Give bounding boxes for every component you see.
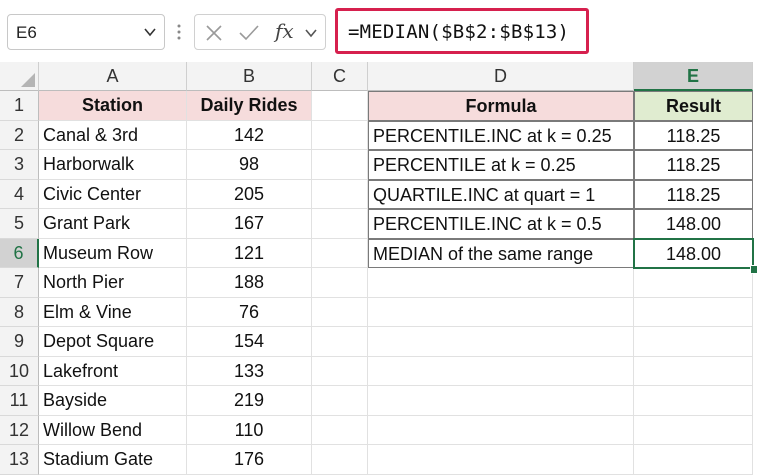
empty-cell[interactable] <box>312 356 368 386</box>
row-header-2[interactable]: 2 <box>0 120 39 150</box>
empty-cell[interactable] <box>312 268 368 298</box>
station-cell[interactable]: Harborwalk <box>39 150 187 180</box>
empty-cell[interactable] <box>312 238 368 268</box>
row-header-6[interactable]: 6 <box>0 238 39 268</box>
rides-cell[interactable]: 98 <box>187 150 312 180</box>
rides-cell[interactable]: 176 <box>187 445 312 475</box>
empty-cell[interactable] <box>368 327 634 357</box>
formula-text: =MEDIAN($B$2:$B$13) <box>348 21 570 43</box>
name-box-value: E6 <box>16 23 37 42</box>
empty-cell[interactable] <box>312 386 368 416</box>
column-header-d[interactable]: D <box>368 62 634 91</box>
row-header-1[interactable]: 1 <box>0 91 39 121</box>
rides-cell[interactable]: 154 <box>187 327 312 357</box>
empty-cell[interactable] <box>368 268 634 298</box>
formula-name-cell[interactable]: PERCENTILE at k = 0.25 <box>368 150 634 180</box>
rides-cell[interactable]: 219 <box>187 386 312 416</box>
empty-cell[interactable] <box>312 297 368 327</box>
station-cell[interactable]: Grant Park <box>39 209 187 239</box>
row-header-11[interactable]: 11 <box>0 386 39 416</box>
empty-cell[interactable] <box>312 179 368 209</box>
result-cell[interactable]: 118.25 <box>634 179 753 209</box>
daily-rides-header[interactable]: Daily Rides <box>187 91 312 121</box>
column-header-a[interactable]: A <box>39 62 187 91</box>
empty-cell[interactable] <box>634 445 753 475</box>
insert-function-icon[interactable]: fx <box>275 19 294 43</box>
rides-cell[interactable]: 133 <box>187 356 312 386</box>
empty-cell[interactable] <box>312 150 368 180</box>
resize-handle-icon[interactable] <box>176 22 182 42</box>
empty-cell[interactable] <box>368 445 634 475</box>
row-header-3[interactable]: 3 <box>0 150 39 180</box>
row-header-8[interactable]: 8 <box>0 297 39 327</box>
station-cell[interactable]: North Pier <box>39 268 187 298</box>
empty-cell[interactable] <box>368 415 634 445</box>
row-header-10[interactable]: 10 <box>0 356 39 386</box>
station-cell[interactable]: Willow Bend <box>39 415 187 445</box>
rides-cell[interactable]: 188 <box>187 268 312 298</box>
result-header[interactable]: Result <box>634 91 753 121</box>
empty-cell[interactable] <box>312 120 368 150</box>
row-header-5[interactable]: 5 <box>0 209 39 239</box>
chevron-down-icon[interactable] <box>303 25 319 41</box>
column-header-b[interactable]: B <box>187 62 312 91</box>
result-cell[interactable]: 118.25 <box>634 120 753 150</box>
formula-name-cell[interactable]: PERCENTILE.INC at k = 0.25 <box>368 120 634 150</box>
empty-cell[interactable] <box>312 209 368 239</box>
station-cell[interactable]: Bayside <box>39 386 187 416</box>
rides-cell[interactable]: 205 <box>187 179 312 209</box>
row-header-9[interactable]: 9 <box>0 327 39 357</box>
empty-cell[interactable] <box>312 445 368 475</box>
active-cell-outline <box>633 237 754 269</box>
formula-header[interactable]: Formula <box>368 91 634 121</box>
station-cell[interactable]: Elm & Vine <box>39 297 187 327</box>
cancel-icon[interactable] <box>203 22 225 44</box>
station-cell[interactable]: Lakefront <box>39 356 187 386</box>
station-cell[interactable]: Canal & 3rd <box>39 120 187 150</box>
station-header[interactable]: Station <box>39 91 187 121</box>
formula-name-cell[interactable]: QUARTILE.INC at quart = 1 <box>368 179 634 209</box>
empty-cell[interactable] <box>368 297 634 327</box>
formula-controls: fx <box>194 14 326 50</box>
row-header-13[interactable]: 13 <box>0 445 39 475</box>
select-all-icon <box>21 73 35 87</box>
station-cell[interactable]: Depot Square <box>39 327 187 357</box>
empty-cell[interactable] <box>634 415 753 445</box>
formula-toolbar: E6 fx =MEDIAN($B$2:$B$13) <box>0 0 757 62</box>
station-cell[interactable]: Museum Row <box>39 238 187 268</box>
name-box[interactable]: E6 <box>7 14 165 50</box>
empty-cell[interactable] <box>634 356 753 386</box>
column-header-e[interactable]: E <box>634 62 753 91</box>
empty-cell[interactable] <box>312 415 368 445</box>
empty-cell[interactable] <box>634 386 753 416</box>
row-header-4[interactable]: 4 <box>0 179 39 209</box>
rides-cell[interactable]: 76 <box>187 297 312 327</box>
empty-cell[interactable] <box>312 91 368 121</box>
result-cell[interactable]: 148.00 <box>634 209 753 239</box>
formula-name-cell[interactable]: PERCENTILE.INC at k = 0.5 <box>368 209 634 239</box>
rides-cell[interactable]: 121 <box>187 238 312 268</box>
empty-cell[interactable] <box>634 297 753 327</box>
rides-cell[interactable]: 110 <box>187 415 312 445</box>
result-cell[interactable]: 118.25 <box>634 150 753 180</box>
station-cell[interactable]: Stadium Gate <box>39 445 187 475</box>
rides-cell[interactable]: 142 <box>187 120 312 150</box>
select-all-corner[interactable] <box>0 62 39 91</box>
empty-cell[interactable] <box>634 268 753 298</box>
station-cell[interactable]: Civic Center <box>39 179 187 209</box>
fill-handle[interactable] <box>750 265 757 274</box>
empty-cell[interactable] <box>312 327 368 357</box>
row-header-7[interactable]: 7 <box>0 268 39 298</box>
formula-name-cell[interactable]: MEDIAN of the same range <box>368 238 634 268</box>
empty-cell[interactable] <box>368 356 634 386</box>
empty-cell[interactable] <box>634 327 753 357</box>
rides-cell[interactable]: 167 <box>187 209 312 239</box>
enter-check-icon[interactable] <box>237 22 261 44</box>
row-header-12[interactable]: 12 <box>0 415 39 445</box>
formula-input[interactable]: =MEDIAN($B$2:$B$13) <box>335 8 589 54</box>
empty-cell[interactable] <box>368 386 634 416</box>
chevron-down-icon[interactable] <box>142 24 158 40</box>
column-header-c[interactable]: C <box>312 62 368 91</box>
